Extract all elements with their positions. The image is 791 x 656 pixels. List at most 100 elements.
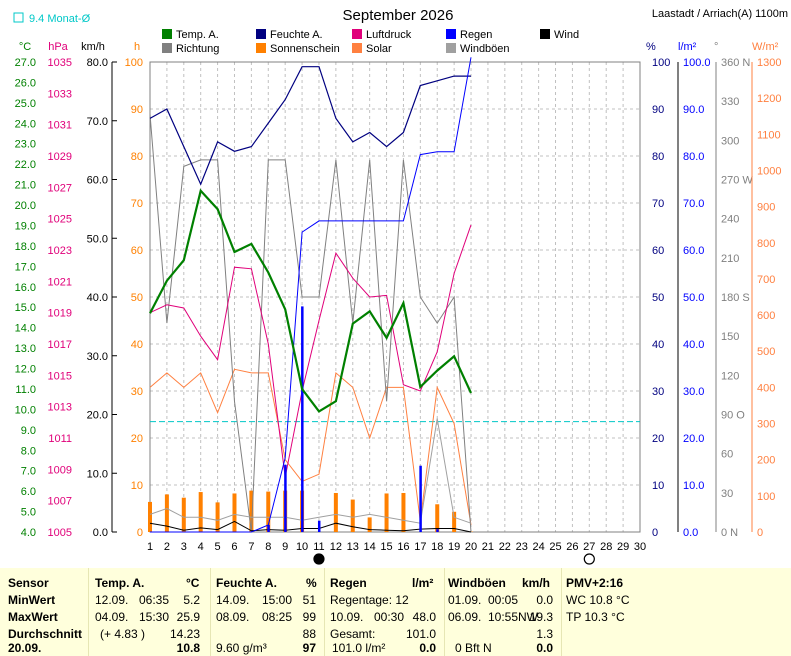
row-label-min: MinWert bbox=[8, 593, 56, 607]
humidity-tick-label: 70 bbox=[652, 198, 664, 210]
sunshine-bar bbox=[401, 492, 406, 532]
humidity-axis-unit: % bbox=[646, 41, 656, 53]
row-label-sensor: Sensor bbox=[8, 576, 49, 590]
day-tick-label: 15 bbox=[380, 541, 392, 553]
day-tick-label: 17 bbox=[414, 541, 426, 553]
gust-avg-value: 1.3 bbox=[536, 627, 553, 641]
legend-label: Wind bbox=[554, 29, 579, 41]
temp-tick-label: 18.0 bbox=[15, 241, 36, 253]
day-tick-label: 25 bbox=[549, 541, 561, 553]
gust-max-value: 19.3 bbox=[529, 610, 553, 624]
sun-tick-label: 80 bbox=[131, 151, 143, 163]
temp-tick-label: 26.0 bbox=[15, 77, 36, 89]
temp-tick-label: 4.0 bbox=[21, 527, 36, 539]
temp-tick-label: 16.0 bbox=[15, 282, 36, 294]
legend-label: Richtung bbox=[176, 43, 219, 55]
weather-chart: September 2026 Laastadt / Arriach(A) 110… bbox=[13, 7, 788, 565]
sun-tick-label: 10 bbox=[131, 480, 143, 492]
temp-today-value: 10.8 bbox=[176, 641, 200, 655]
sun-tick-label: 60 bbox=[131, 245, 143, 257]
humidity-abs-value: 9.60 g/m³ bbox=[216, 641, 267, 655]
temp-tick-label: 15.0 bbox=[15, 302, 36, 314]
solar-tick-label: 800 bbox=[757, 238, 775, 250]
direction-tick-label: 150 bbox=[721, 331, 739, 343]
legend-swatch bbox=[352, 29, 362, 39]
sun-axis-unit: h bbox=[134, 41, 140, 53]
sun-tick-label: 30 bbox=[131, 386, 143, 398]
day-tick-label: 4 bbox=[198, 541, 204, 553]
temp-axis-unit: °C bbox=[19, 41, 31, 53]
solar-tick-label: 200 bbox=[757, 455, 775, 467]
rain-title: Regen bbox=[330, 576, 367, 590]
day-tick-label: 16 bbox=[397, 541, 409, 553]
pressure-tick-label: 1009 bbox=[48, 464, 72, 476]
rain-total-label: Gesamt: bbox=[330, 627, 376, 641]
sun-tick-label: 90 bbox=[131, 104, 143, 116]
humidity-min-time: 15:00 bbox=[262, 593, 293, 607]
rain-max-value: 48.0 bbox=[412, 610, 436, 624]
temp-avg-delta: (+ 4.83 ) bbox=[100, 627, 146, 641]
temp-tick-label: 17.0 bbox=[15, 261, 36, 273]
humidity-max-value: 99 bbox=[302, 610, 316, 624]
wind-tick-label: 20.0 bbox=[87, 410, 108, 422]
wind-axis-unit: km/h bbox=[81, 41, 105, 53]
legend-label: Sonnenschein bbox=[270, 43, 340, 55]
solar-tick-label: 400 bbox=[757, 382, 775, 394]
temp-tick-label: 19.0 bbox=[15, 220, 36, 232]
solar-tick-label: 600 bbox=[757, 310, 775, 322]
legend-swatch bbox=[446, 43, 456, 53]
direction-tick-label: 240 bbox=[721, 214, 739, 226]
pressure-tick-label: 1013 bbox=[48, 402, 72, 414]
rain-tick-label: 100.0 bbox=[683, 57, 711, 69]
day-tick-label: 9 bbox=[282, 541, 288, 553]
sunshine-bar bbox=[215, 502, 220, 532]
day-tick-label: 30 bbox=[634, 541, 646, 553]
monthly-average-icon bbox=[13, 12, 24, 23]
day-tick-label: 27 bbox=[583, 541, 595, 553]
direction-tick-label: 300 bbox=[721, 135, 739, 147]
legend-swatch bbox=[256, 43, 266, 53]
temp-tick-label: 22.0 bbox=[15, 159, 36, 171]
day-tick-label: 18 bbox=[431, 541, 443, 553]
humidity-tick-label: 100 bbox=[652, 57, 670, 69]
sunshine-bar bbox=[333, 492, 338, 532]
sunshine-bar bbox=[181, 497, 186, 532]
day-tick-label: 1 bbox=[147, 541, 153, 553]
temp-tick-label: 25.0 bbox=[15, 98, 36, 110]
day-tick-label: 24 bbox=[532, 541, 544, 553]
rain-tick-label: 0.0 bbox=[683, 527, 698, 539]
day-tick-label: 3 bbox=[181, 541, 187, 553]
pressure-tick-label: 1025 bbox=[48, 214, 72, 226]
temp-tick-label: 8.0 bbox=[21, 445, 36, 457]
legend-label: Feuchte A. bbox=[270, 29, 323, 41]
gust-max-time: 10:55 bbox=[488, 610, 519, 624]
sun-tick-label: 70 bbox=[131, 198, 143, 210]
humidity-tick-label: 80 bbox=[652, 151, 664, 163]
sun-tick-label: 0 bbox=[137, 527, 143, 539]
temp-tick-label: 23.0 bbox=[15, 139, 36, 151]
temp-min-date: 12.09. bbox=[95, 593, 129, 607]
humidity-tick-label: 0 bbox=[652, 527, 658, 539]
pressure-tick-label: 1031 bbox=[48, 120, 72, 132]
gust-today-value: 0.0 bbox=[536, 641, 553, 655]
pmv-title: PMV+2:16 bbox=[566, 576, 624, 590]
gust-min-date: 01.09. bbox=[448, 593, 482, 607]
wind-tick-label: 0.0 bbox=[93, 527, 108, 539]
humidity-tick-label: 50 bbox=[652, 292, 664, 304]
temp-tick-label: 21.0 bbox=[15, 180, 36, 192]
direction-tick-label: 60 bbox=[721, 449, 733, 461]
wind-tick-label: 10.0 bbox=[87, 468, 108, 480]
humidity-tick-label: 10 bbox=[652, 480, 664, 492]
humidity-today-value: 97 bbox=[302, 641, 316, 655]
temp-tick-label: 6.0 bbox=[21, 486, 36, 498]
day-tick-label: 6 bbox=[231, 541, 237, 553]
pressure-tick-label: 1027 bbox=[48, 182, 72, 194]
day-tick-label: 20 bbox=[465, 541, 477, 553]
day-tick-label: 12 bbox=[330, 541, 342, 553]
sun-tick-label: 40 bbox=[131, 339, 143, 351]
humidity-min-date: 14.09. bbox=[216, 593, 250, 607]
temp-tick-label: 5.0 bbox=[21, 507, 36, 519]
direction-tick-label: 210 bbox=[721, 253, 739, 265]
humidity-tick-label: 40 bbox=[652, 339, 664, 351]
temp-tick-label: 20.0 bbox=[15, 200, 36, 212]
